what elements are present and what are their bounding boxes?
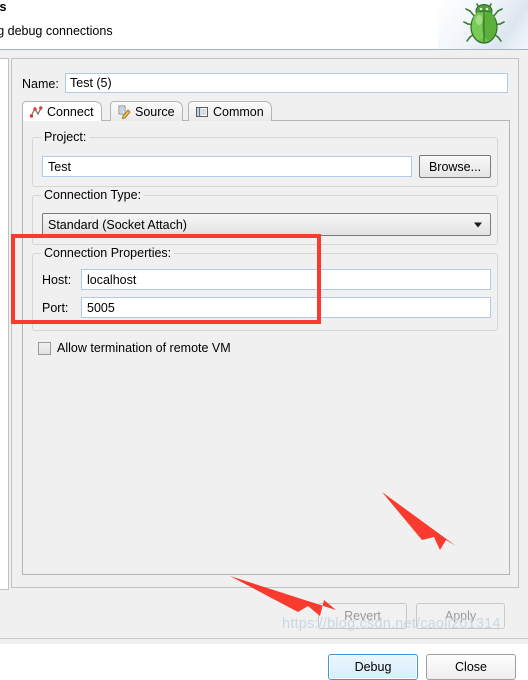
dialog-header: ons ting debug connections [0, 0, 528, 50]
project-group-title: Project: [41, 130, 90, 144]
project-input[interactable] [42, 156, 412, 177]
connection-type-value: Standard (Socket Attach) [48, 217, 187, 232]
connection-properties-group-title: Connection Properties: [41, 246, 175, 260]
name-label: Name: [22, 77, 59, 91]
host-label: Host: [42, 273, 72, 287]
common-icon [196, 106, 208, 117]
tab-source[interactable]: Source [110, 101, 183, 121]
tab-strip: Connect Source Common [22, 101, 510, 121]
connect-icon [29, 105, 43, 118]
tab-common-label: Common [213, 104, 264, 119]
tab-common[interactable]: Common [188, 101, 272, 121]
dialog-body: Name: Connect Source [0, 50, 528, 680]
footer-divider [0, 638, 528, 639]
browse-button[interactable]: Browse... [419, 155, 491, 178]
connect-tab-panel: Project: Browse... Connection Type: Stan… [22, 120, 510, 575]
revert-button[interactable]: Revert [318, 603, 407, 629]
header-artwork [438, 0, 528, 50]
project-group: Project: Browse... [32, 130, 498, 187]
connection-properties-group: Connection Properties: Host: Port: [32, 246, 498, 331]
chevron-down-icon [474, 222, 482, 227]
close-button[interactable]: Close [426, 654, 516, 680]
apply-button[interactable]: Apply [416, 603, 505, 629]
port-label: Port: [42, 301, 69, 315]
allow-termination-row[interactable]: Allow termination of remote VM [38, 341, 231, 355]
host-input[interactable] [81, 269, 491, 290]
page-title: ons [0, 0, 7, 14]
allow-termination-checkbox[interactable] [38, 341, 51, 355]
source-icon [118, 105, 131, 119]
connection-type-group-title: Connection Type: [41, 188, 145, 202]
name-input[interactable] [65, 73, 508, 93]
allow-termination-label: Allow termination of remote VM [57, 341, 231, 355]
name-row: Name: [22, 73, 510, 95]
tab-source-label: Source [135, 104, 175, 119]
connection-type-group: Connection Type: Standard (Socket Attach… [32, 188, 498, 245]
tab-connect-label: Connect [47, 104, 94, 119]
connection-type-dropdown[interactable]: Standard (Socket Attach) [42, 213, 491, 236]
configurations-tree-panel[interactable] [0, 58, 9, 590]
page-subtitle: ting debug connections [0, 24, 113, 38]
debug-button[interactable]: Debug [328, 654, 418, 680]
green-bug-icon [463, 3, 505, 44]
configuration-pane: Name: Connect Source [11, 58, 519, 588]
tab-connect[interactable]: Connect [22, 101, 102, 121]
port-input[interactable] [81, 297, 491, 318]
